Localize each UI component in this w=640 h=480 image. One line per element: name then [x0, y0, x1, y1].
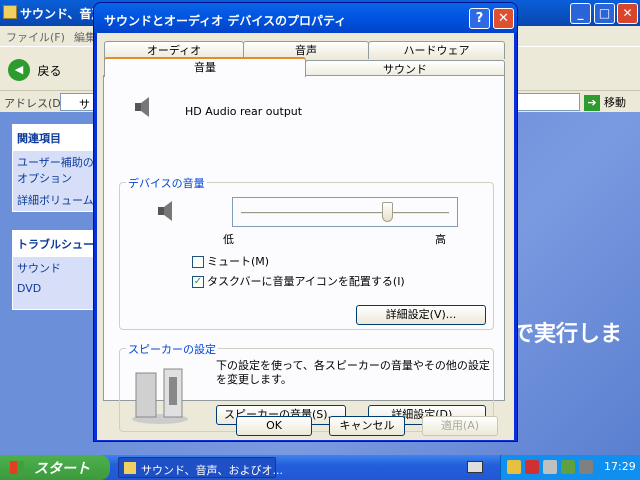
related-topics-title: 関連項目 — [13, 125, 99, 151]
device-volume-group: デバイスの音量 低 高 ミュート(M) ✓ タスクバーに音量アイコンを配置する(I… — [119, 175, 494, 330]
troubleshoot-title: トラブルシュー — [13, 231, 99, 257]
dialog-close-button[interactable]: ✕ — [493, 8, 514, 29]
speaker-settings-title: スピーカーの設定 — [126, 341, 218, 357]
address-label: アドレス(D) — [4, 97, 66, 110]
speakers-image — [132, 368, 188, 424]
content-heading: で実行しま — [512, 322, 623, 347]
troubleshoot-item-sound[interactable]: サウンド — [13, 257, 99, 279]
cancel-button[interactable]: キャンセル — [329, 416, 405, 436]
back-button[interactable]: ◀ 戻る — [8, 59, 62, 81]
device-name: HD Audio rear output — [185, 105, 303, 118]
menu-file[interactable]: ファイル(F) — [6, 29, 65, 45]
dialog-body: オーディオ 音声 ハードウェア 音量 サウンド HD Audio rear ou… — [97, 33, 514, 440]
apply-button[interactable]: 適用(A) — [422, 416, 498, 436]
taskbar: スタート サウンド、音声、およびオ... 17:29 — [0, 455, 640, 480]
back-arrow-icon: ◀ — [8, 59, 30, 81]
tray-box[interactable]: ✓ — [192, 276, 204, 288]
windows-logo-icon — [10, 461, 24, 474]
related-item[interactable]: ユーザー補助のオプション — [13, 151, 99, 189]
system-tray: 17:29 — [500, 455, 640, 480]
tray-icon-checkbox[interactable]: ✓ タスクバーに音量アイコンを配置する(I) — [192, 273, 405, 288]
mute-checkbox[interactable]: ミュート(M) — [192, 253, 269, 268]
maximize-button[interactable]: □ — [594, 3, 615, 24]
volume-tab-panel: HD Audio rear output デバイスの音量 低 高 ミュート(M) — [103, 75, 505, 432]
control-panel-icon — [3, 5, 17, 19]
related-item[interactable]: 詳細ボリューム — [13, 189, 99, 211]
go-arrow-icon: ➔ — [584, 95, 600, 111]
tab-volume[interactable]: 音量 — [104, 57, 306, 77]
control-panel-icon — [124, 462, 136, 474]
volume-tray-icon[interactable] — [579, 460, 593, 474]
tab-hardware[interactable]: ハードウェア — [368, 41, 505, 59]
volume-speaker-icon — [158, 201, 172, 221]
high-label: 高 — [435, 233, 446, 246]
task-pane: 関連項目 ユーザー補助のオプション 詳細ボリューム トラブルシュー サウンド D… — [0, 112, 100, 455]
sound-properties-dialog: サウンドとオーディオ デバイスのプロパティ ? ✕ オーディオ 音声 ハードウェ… — [93, 2, 518, 442]
dialog-title-bar: サウンドとオーディオ デバイスのプロパティ ? ✕ — [94, 3, 517, 33]
help-button[interactable]: ? — [469, 8, 490, 29]
volume-advanced-button[interactable]: 詳細設定(V)... — [356, 305, 486, 325]
speaker-description: 下の設定を使って、各スピーカーの音量やその他の設定を変更します。 — [216, 359, 490, 386]
network-icon[interactable] — [507, 460, 521, 474]
ok-button[interactable]: OK — [236, 416, 312, 436]
related-topics-panel: 関連項目 ユーザー補助のオプション 詳細ボリューム — [12, 124, 100, 212]
troubleshoot-panel: トラブルシュー サウンド DVD — [12, 230, 100, 310]
taskbar-item[interactable]: サウンド、音声、およびオ... — [118, 457, 283, 478]
device-volume-title: デバイスの音量 — [126, 175, 207, 191]
slider-track — [241, 212, 449, 215]
keyboard-icon[interactable] — [467, 461, 483, 473]
update-icon[interactable] — [561, 460, 575, 474]
clock: 17:29 — [604, 460, 636, 473]
start-button[interactable]: スタート — [0, 455, 110, 480]
usb-icon[interactable] — [543, 460, 557, 474]
volume-slider[interactable] — [232, 197, 458, 227]
speaker-icon — [135, 97, 149, 117]
low-label: 低 — [223, 233, 234, 246]
troubleshoot-item-dvd[interactable]: DVD — [13, 279, 99, 298]
dialog-title: サウンドとオーディオ デバイスのプロパティ — [104, 14, 347, 28]
minimize-button[interactable]: _ — [570, 3, 591, 24]
security-shield-icon[interactable] — [525, 460, 539, 474]
slider-thumb[interactable] — [381, 202, 393, 222]
mute-box[interactable] — [192, 256, 204, 268]
close-icon[interactable]: ✕ — [617, 3, 638, 24]
go-button[interactable]: ➔ 移動 — [584, 94, 626, 111]
